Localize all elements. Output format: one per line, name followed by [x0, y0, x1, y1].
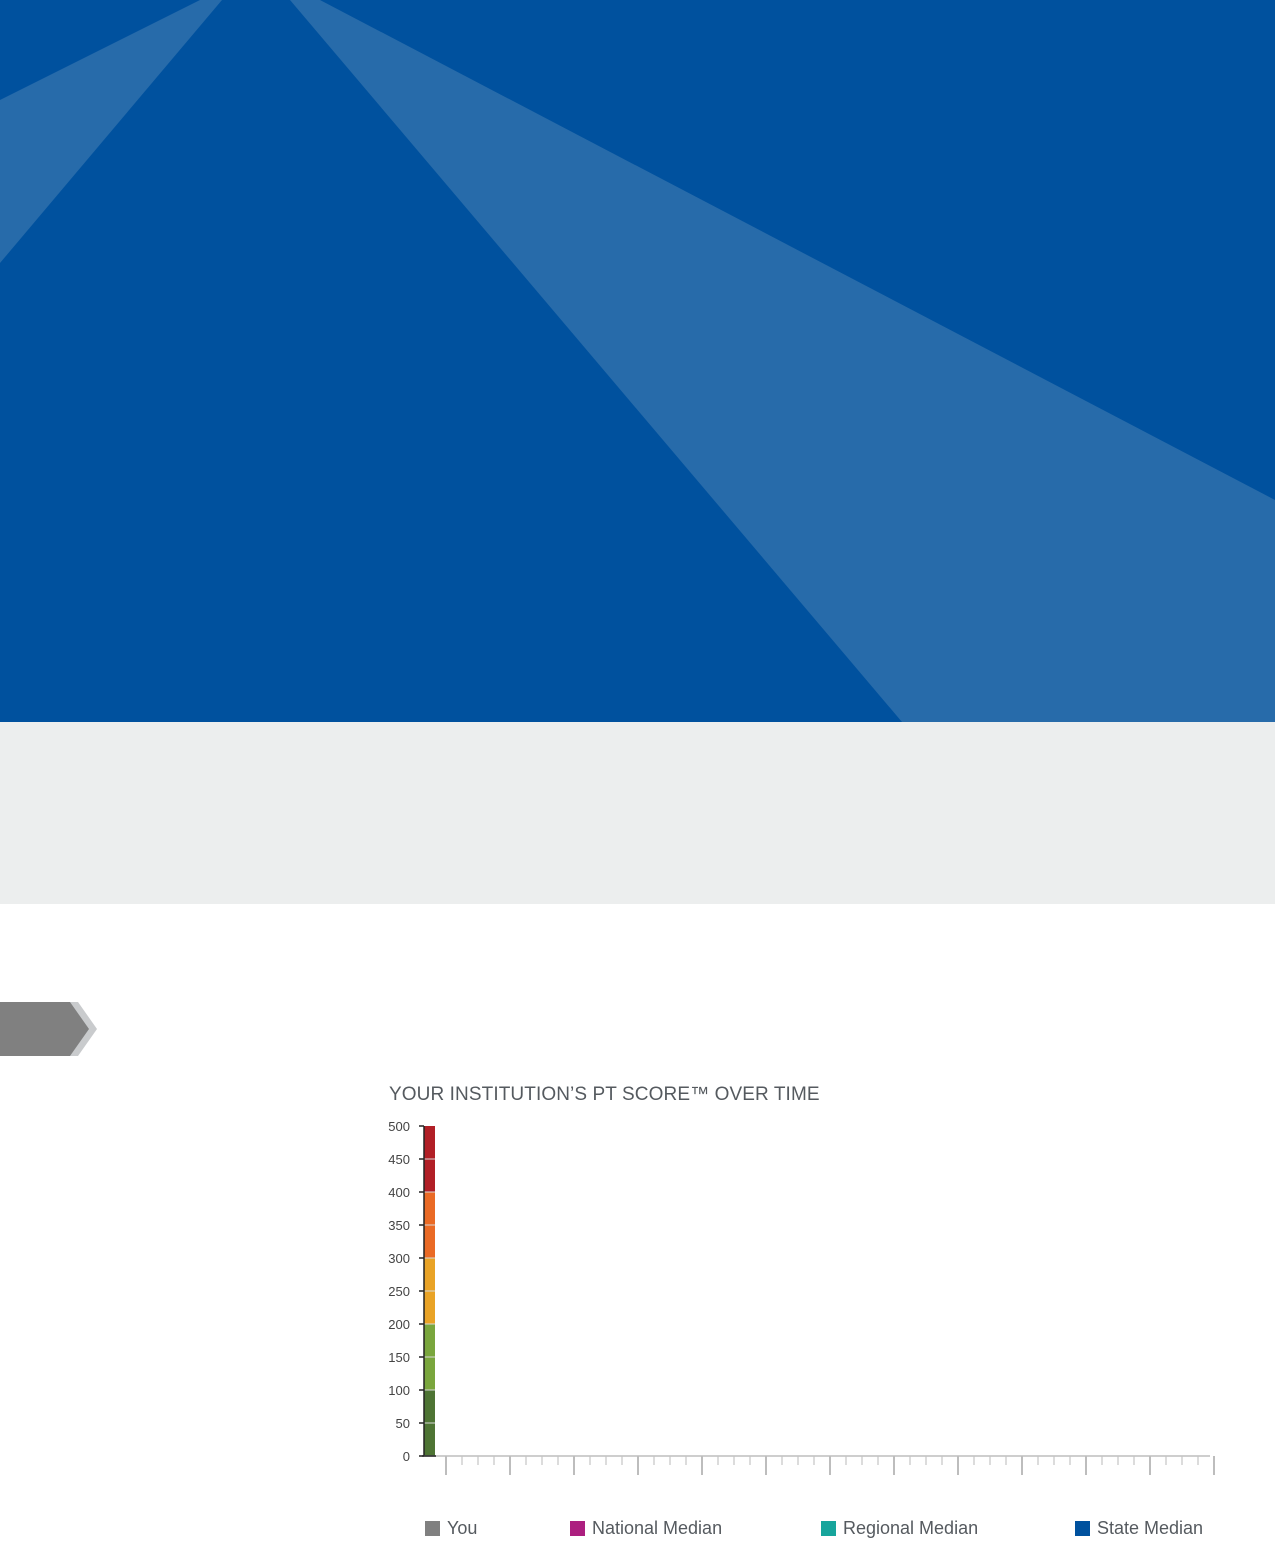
y-tick-label-10: 500	[388, 1119, 410, 1134]
legend-item-regional-median: Regional Median	[821, 1518, 978, 1539]
y-tick-label-0: 0	[403, 1449, 410, 1464]
legend-swatch-state-median	[1075, 1521, 1090, 1536]
y-tick-label-3: 150	[388, 1350, 410, 1365]
chart-legend: You National Median Regional Median Stat…	[0, 1518, 1275, 1548]
section-tab-arrow	[0, 1000, 100, 1060]
chart-title: YOUR INSTITUTION’S PT SCORE™ OVER TIME	[389, 1084, 820, 1105]
legend-swatch-you	[425, 1521, 440, 1536]
y-tick-label-8: 400	[388, 1185, 410, 1200]
y-tick-label-7: 350	[388, 1218, 410, 1233]
y-tick-label-4: 200	[388, 1317, 410, 1332]
gray-band	[0, 722, 1275, 904]
hero-graphic	[0, 0, 1275, 722]
legend-label-regional-median: Regional Median	[843, 1518, 979, 1538]
legend-swatch-national-median	[570, 1521, 585, 1536]
legend-label-state-median: State Median	[1097, 1518, 1204, 1538]
y-tick-label-9: 450	[388, 1152, 410, 1167]
chart-area: 0 50 100 150 200 250 300 350 400 450 500	[380, 1112, 1230, 1492]
y-tick-label-6: 300	[388, 1251, 410, 1266]
hero-banner	[0, 0, 1275, 722]
legend-label-national-median: National Median	[592, 1518, 723, 1538]
y-tick-label-2: 100	[388, 1383, 410, 1398]
chart-svg: 0 50 100 150 200 250 300 350 400 450 500	[388, 1119, 1215, 1475]
legend-swatch-regional-median	[821, 1521, 836, 1536]
legend-item-state-median: State Median	[1075, 1518, 1203, 1539]
legend-item-you: You	[425, 1518, 477, 1539]
y-tick-label-5: 250	[388, 1284, 410, 1299]
y-tick-label-1: 50	[396, 1416, 410, 1431]
tab-arrow-fill	[0, 1002, 89, 1056]
legend-label-you: You	[447, 1518, 478, 1538]
legend-item-national-median: National Median	[570, 1518, 722, 1539]
